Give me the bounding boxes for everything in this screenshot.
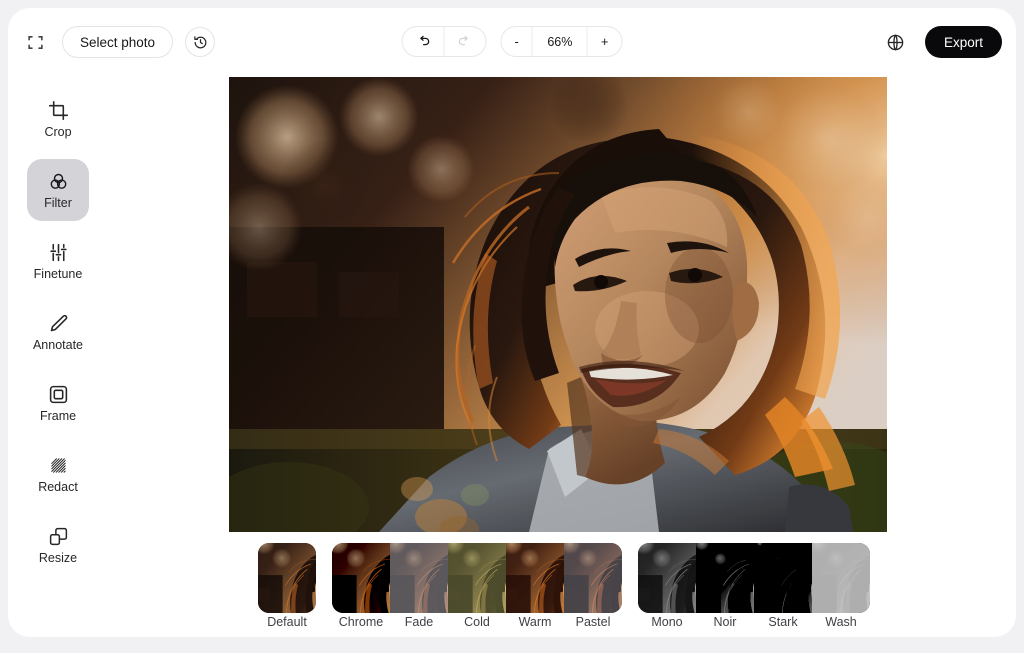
thumb-group: [258, 543, 316, 613]
filter-group-mono: Mono Noir Stark Wash: [638, 543, 870, 631]
filter-label: Pastel: [575, 615, 611, 629]
zoom-out-button[interactable]: -: [502, 27, 532, 56]
filter-labels-row: Mono Noir Stark Wash: [638, 613, 870, 631]
expand-frame-icon[interactable]: [20, 27, 50, 57]
filter-filmstrip[interactable]: Default Chrome Fade Cold Warm Pastel Mon…: [258, 543, 938, 637]
sidebar-item-label: Redact: [38, 479, 78, 494]
filter-labels-row: Default: [258, 613, 316, 631]
filter-thumb-stark[interactable]: [754, 543, 812, 613]
thumb-group: [638, 543, 870, 613]
filter-thumb-chrome[interactable]: [332, 543, 390, 613]
sidebar-item-label: Filter: [44, 195, 72, 210]
sidebar-item-label: Crop: [44, 124, 72, 139]
sidebar-item-filter[interactable]: Filter: [27, 159, 89, 221]
filter-thumb-image: [258, 543, 316, 613]
zoom-level-value: 66%: [547, 34, 573, 49]
filter-thumb-image: [696, 543, 754, 613]
revert-history-icon[interactable]: [185, 27, 216, 57]
resize-icon: [48, 526, 69, 547]
filter-group-color: Chrome Fade Cold Warm Pastel: [332, 543, 622, 631]
sidebar-item-resize[interactable]: Resize: [27, 514, 89, 576]
globe-icon[interactable]: [881, 27, 911, 57]
sidebar-item-label: Annotate: [32, 337, 84, 352]
app-window: Select photo - 66% + Export Crop Filter …: [8, 8, 1016, 637]
export-button[interactable]: Export: [924, 26, 1002, 58]
toolbar-left-group: Select photo: [20, 26, 216, 58]
sidebar-item-label: Finetune: [33, 266, 83, 281]
pencil-icon: [48, 313, 69, 334]
sidebar-item-finetune[interactable]: Finetune: [27, 230, 89, 292]
editor-canvas-area: Default Chrome Fade Cold Warm Pastel Mon…: [108, 76, 1016, 637]
filter-label: Stark: [768, 615, 798, 629]
filter-thumb-image: [390, 543, 448, 613]
filter-thumb-image: [638, 543, 696, 613]
zoom-control-group: - 66% +: [500, 26, 623, 57]
toolbar-center-group: - 66% +: [401, 26, 623, 57]
sidebar-item-label: Resize: [38, 550, 78, 565]
hatch-redact-icon: [48, 455, 69, 476]
filter-label: Chrome: [338, 615, 384, 629]
filter-label: Fade: [404, 615, 434, 629]
filter-labels-row: Chrome Fade Cold Warm Pastel: [332, 613, 622, 631]
undo-redo-group: [401, 26, 487, 57]
thumb-group: [332, 543, 622, 613]
filter-thumb-cold[interactable]: [448, 543, 506, 613]
filter-label: Warm: [518, 615, 552, 629]
filter-thumb-image: [332, 543, 390, 613]
crop-icon: [48, 100, 69, 121]
filter-label: Wash: [825, 615, 857, 629]
filter-group-original: Default: [258, 543, 316, 631]
sidebar-item-annotate[interactable]: Annotate: [27, 301, 89, 363]
filter-thumb-default[interactable]: [258, 543, 316, 613]
main-photo-preview[interactable]: [229, 77, 887, 532]
sidebar-item-frame[interactable]: Frame: [27, 372, 89, 434]
filter-thumb-image: [812, 543, 870, 613]
filter-label: Default: [267, 615, 307, 629]
filter-thumb-wash[interactable]: [812, 543, 870, 613]
filter-thumb-mono[interactable]: [638, 543, 696, 613]
top-toolbar: Select photo - 66% + Export: [8, 8, 1016, 76]
sidebar-item-crop[interactable]: Crop: [27, 88, 89, 150]
filter-circles-icon: [48, 171, 69, 192]
zoom-in-button[interactable]: +: [588, 27, 622, 56]
sliders-icon: [48, 242, 69, 263]
sidebar-item-label: Frame: [39, 408, 77, 423]
select-photo-button[interactable]: Select photo: [62, 26, 174, 58]
filter-thumb-warm[interactable]: [506, 543, 564, 613]
redo-button[interactable]: [445, 27, 486, 56]
filter-thumb-fade[interactable]: [390, 543, 448, 613]
sidebar-item-redact[interactable]: Redact: [27, 443, 89, 505]
undo-button[interactable]: [403, 27, 444, 56]
filter-thumb-image: [506, 543, 564, 613]
tool-sidebar: Crop Filter Finetune Annotate Frame Reda…: [8, 76, 108, 637]
filter-thumb-image: [564, 543, 622, 613]
filter-thumb-noir[interactable]: [696, 543, 754, 613]
filter-thumb-image: [448, 543, 506, 613]
filter-label: Cold: [464, 615, 490, 629]
filter-thumb-pastel[interactable]: [564, 543, 622, 613]
frame-square-icon: [48, 384, 69, 405]
toolbar-right-group: Export: [881, 26, 1002, 58]
filter-label: Noir: [713, 615, 737, 629]
filmstrip-track: Default Chrome Fade Cold Warm Pastel Mon…: [258, 543, 938, 631]
filter-label: Mono: [651, 615, 683, 629]
filter-thumb-image: [754, 543, 812, 613]
